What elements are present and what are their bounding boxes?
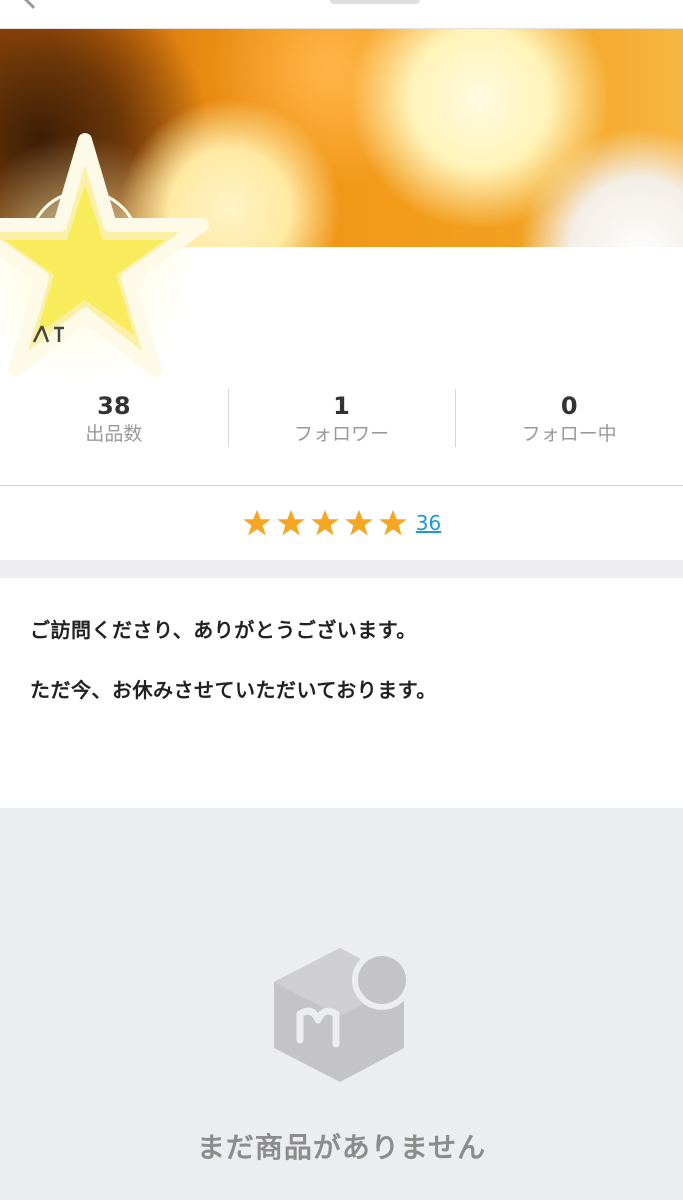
stat-label: フォロワー [294, 423, 390, 445]
message-line: ご訪問くださり、ありがとうございます。 [30, 618, 417, 642]
back-chevron-icon[interactable] [23, 0, 43, 9]
username-fragment [32, 325, 64, 343]
stat-value: 1 [333, 392, 350, 420]
star-icon [345, 509, 373, 536]
stats-row: 38 出品数 1 フォロワー 0 フォロー中 [0, 385, 683, 451]
star-icon [311, 509, 339, 536]
stat-label: 出品数 [85, 423, 143, 445]
stat-label: フォロー中 [521, 423, 617, 445]
star-sticker-icon [0, 133, 209, 385]
stat-following[interactable]: 0 フォロー中 [455, 385, 683, 451]
nav-title [330, 0, 420, 4]
rating-stars [242, 508, 408, 538]
rating-count-link[interactable]: 36 [416, 511, 441, 535]
stat-value: 0 [560, 392, 578, 420]
profile-message: ご訪問くださり、ありがとうございます。 ただ今、お休みさせていただいております。 [0, 578, 683, 808]
top-nav-bar [0, 0, 683, 29]
stat-value: 38 [97, 392, 131, 420]
star-icon [243, 509, 271, 536]
star-icon [277, 509, 305, 536]
empty-state: まだ商品がありません [0, 808, 683, 1200]
profile-page: 38 出品数 1 フォロワー 0 フォロー中 36 ご訪問くださり、ありがとうご… [0, 0, 683, 1200]
rating-row[interactable]: 36 [0, 486, 683, 560]
section-gap [0, 560, 683, 578]
star-icon [379, 509, 407, 536]
stat-followers[interactable]: 1 フォロワー [227, 385, 456, 451]
mercari-box-icon [274, 948, 412, 1082]
stat-listings[interactable]: 38 出品数 [0, 385, 228, 451]
message-line: ただ今、お休みさせていただいております。 [30, 678, 437, 702]
empty-state-text: まだ商品がありません [196, 1131, 487, 1164]
